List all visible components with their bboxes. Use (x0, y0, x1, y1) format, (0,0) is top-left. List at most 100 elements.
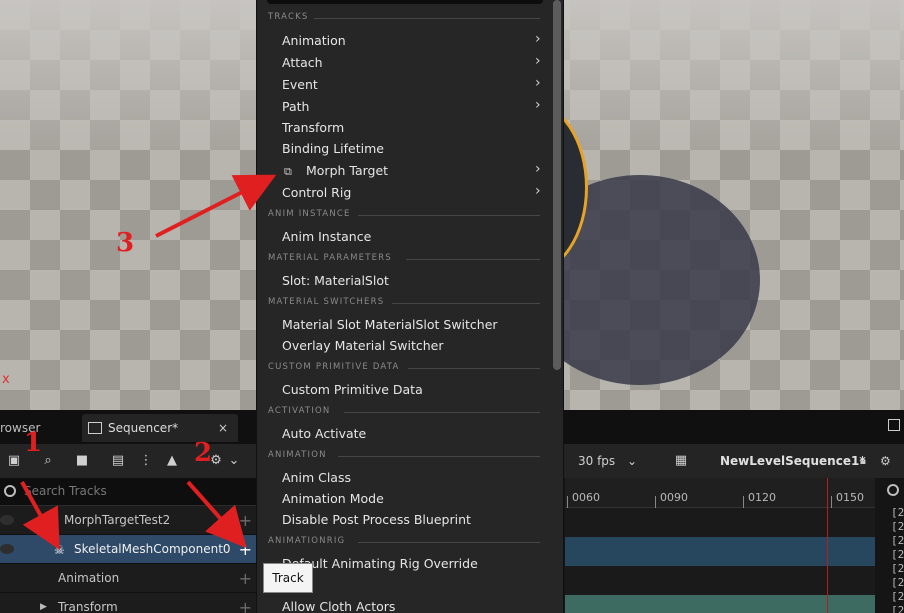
log-line: [2 (891, 576, 904, 589)
menu-item-animation-mode[interactable]: Animation Mode (282, 489, 384, 509)
visibility-icon[interactable] (0, 515, 14, 525)
divider (358, 215, 540, 216)
section-label: ANIM INSTANCE (268, 209, 351, 219)
save-icon[interactable]: ▣ (6, 453, 22, 469)
chevron-right-icon: › (535, 31, 541, 47)
chevron-right-icon: › (535, 97, 541, 113)
add-track-icon[interactable]: + (239, 593, 252, 613)
log-line: [2 (891, 562, 904, 575)
tick-mark (831, 496, 832, 508)
annotation-1: 1 (24, 428, 43, 458)
timeline-area[interactable]: 0060 0090 0120 0150 (565, 478, 875, 613)
add-track-button[interactable]: + (239, 535, 252, 564)
menu-item-anim-class[interactable]: Anim Class (282, 468, 351, 488)
track-label: SkeletalMeshComponent0 (74, 542, 231, 556)
menu-item-morph-target[interactable]: Morph Target (306, 161, 388, 181)
section-label: CUSTOM PRIMITIVE DATA (268, 362, 400, 372)
track-row-actor[interactable]: MorphTargetTest2 + (0, 506, 256, 535)
expand-arrow-icon[interactable]: ▶ (40, 593, 47, 613)
annotation-3: 3 (116, 228, 135, 258)
time-ruler[interactable]: 0060 0090 0120 0150 (565, 478, 875, 508)
log-line: [2 (891, 590, 904, 603)
fps-value: 30 fps (578, 454, 616, 468)
track-row-transform[interactable]: ▶ Transform + (0, 593, 256, 613)
lock-icon[interactable]: 🔒︎ (860, 454, 872, 468)
divider (358, 542, 540, 543)
playhead[interactable] (827, 478, 828, 613)
timeline-lane[interactable] (565, 566, 875, 595)
section-label: TRACKS (268, 12, 309, 22)
menu-item-anim-instance[interactable]: Anim Instance (282, 227, 371, 247)
chevron-right-icon: › (535, 53, 541, 69)
maximize-icon[interactable] (888, 419, 900, 431)
menu-item-attach[interactable]: Attach (282, 53, 323, 73)
visibility-icon[interactable] (0, 544, 14, 554)
chevron-right-icon: › (535, 161, 541, 177)
search-icon (4, 485, 16, 497)
divider (314, 18, 540, 19)
menu-item-slot-material[interactable]: Slot: MaterialSlot (282, 271, 389, 291)
menu-item-control-rig[interactable]: Control Rig (282, 183, 351, 203)
track-row-skeletal-mesh[interactable]: ☠ SkeletalMeshComponent0 + (0, 535, 256, 564)
menu-item-animation[interactable]: Animation (282, 31, 346, 51)
tick-label: 0060 (572, 491, 600, 504)
section-label: ANIMATION (268, 450, 327, 460)
track-label: MorphTargetTest2 (64, 513, 171, 527)
search-icon[interactable] (887, 484, 899, 496)
more-options-icon[interactable]: ⋮ (138, 453, 154, 469)
transform-section-bar[interactable] (565, 595, 875, 613)
morph-target-icon: ⧉ (284, 165, 292, 178)
track-row-animation[interactable]: Animation + (0, 564, 256, 593)
fps-dropdown[interactable]: 30 fps ⌄ (572, 451, 642, 471)
tick-label: 0090 (660, 491, 688, 504)
menu-item-transform[interactable]: Transform (282, 118, 344, 138)
camera-icon[interactable]: ■ (74, 453, 90, 469)
menu-item-binding-lifetime[interactable]: Binding Lifetime (282, 139, 384, 159)
section-label: MATERIAL SWITCHERS (268, 297, 385, 307)
menu-item-custom-primitive-data[interactable]: Custom Primitive Data (282, 380, 423, 400)
gear-icon[interactable]: ⚙ (880, 454, 894, 468)
chevron-right-icon: › (535, 183, 541, 199)
chevron-right-icon: › (535, 75, 541, 91)
log-line: [2 (891, 534, 904, 547)
divider (338, 456, 540, 457)
menu-scrollbar[interactable] (553, 0, 561, 370)
section-material-parameters: MATERIAL PARAMETERS (268, 253, 548, 267)
section-custom-primitive-data: CUSTOM PRIMITIVE DATA (268, 362, 548, 376)
curve-editor-icon[interactable]: ▦ (672, 453, 690, 469)
menu-item-path[interactable]: Path (282, 97, 309, 117)
timeline-lane-selected[interactable] (565, 537, 875, 566)
add-track-icon[interactable]: + (239, 506, 252, 535)
track-label: Animation (58, 571, 120, 585)
menu-item-auto-activate[interactable]: Auto Activate (282, 424, 366, 444)
tab-sequencer-label: Sequencer* (108, 421, 179, 435)
section-tracks: TRACKS (268, 12, 548, 26)
menu-search-input[interactable] (267, 0, 543, 4)
log-line: [2 (891, 506, 904, 519)
track-tooltip: Track (263, 563, 313, 593)
menu-item-material-slot-switcher[interactable]: Material Slot MaterialSlot Switcher (282, 315, 498, 335)
actor-to-sequencer-icon[interactable]: ▲ (164, 453, 180, 469)
tick-label: 0150 (836, 491, 864, 504)
menu-item-event[interactable]: Event (282, 75, 318, 95)
tick-label: 0120 (748, 491, 776, 504)
timeline-lane[interactable] (565, 508, 875, 537)
find-asset-icon[interactable]: ⌕ (40, 453, 56, 469)
divider (344, 412, 540, 413)
divider (392, 303, 540, 304)
section-anim-instance: ANIM INSTANCE (268, 209, 548, 223)
section-material-switchers: MATERIAL SWITCHERS (268, 297, 548, 311)
search-input[interactable]: Search Tracks (24, 484, 107, 498)
menu-item-allow-cloth-actors[interactable]: Allow Cloth Actors (282, 597, 395, 613)
clapper-icon[interactable]: ▤ (110, 453, 126, 469)
log-line: [2 (891, 604, 904, 613)
close-icon[interactable]: × (218, 414, 228, 442)
film-icon (88, 422, 102, 434)
log-line: [2 (891, 520, 904, 533)
tab-sequencer[interactable]: Sequencer* × (82, 414, 238, 442)
menu-item-overlay-material-switcher[interactable]: Overlay Material Switcher (282, 336, 443, 356)
chevron-down-icon[interactable]: ⌄ (226, 453, 242, 469)
menu-item-disable-post-process[interactable]: Disable Post Process Blueprint (282, 510, 471, 530)
add-track-icon[interactable]: + (239, 564, 252, 593)
track-search-bar[interactable]: Search Tracks (0, 478, 256, 506)
